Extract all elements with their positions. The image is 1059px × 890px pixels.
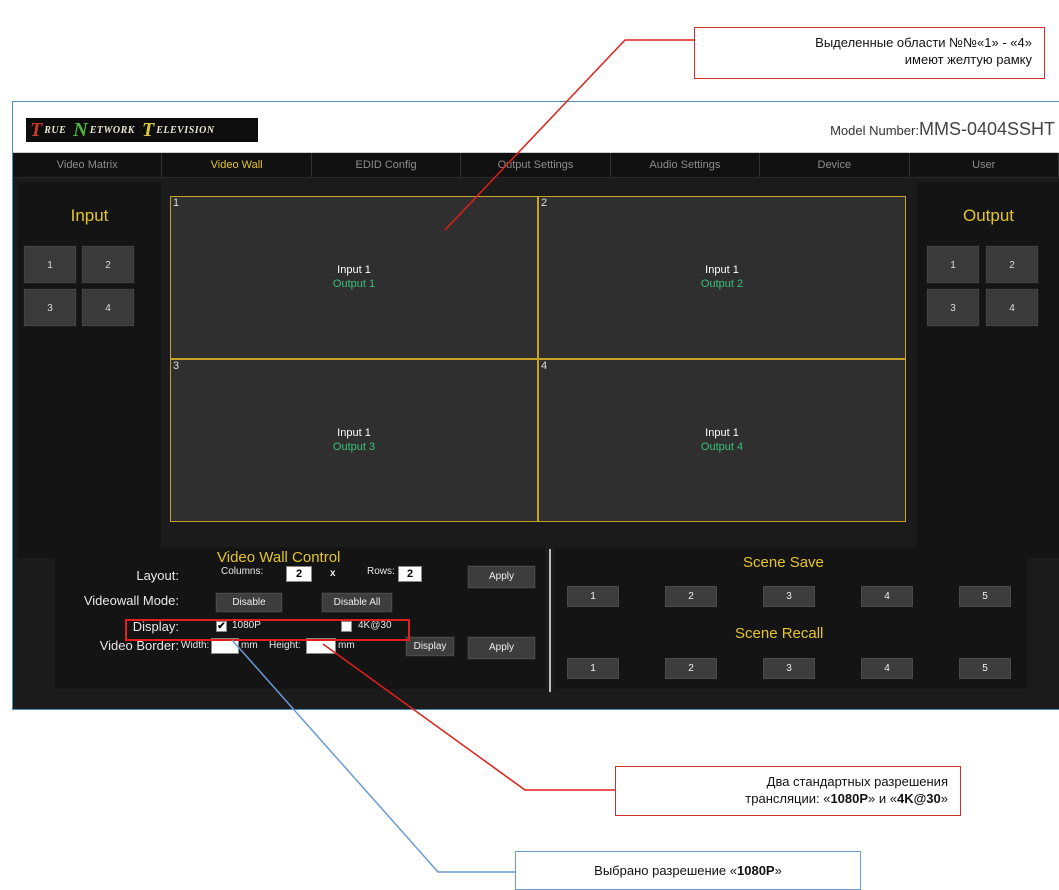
leader-line-selected [231,639,515,873]
callout-selected-resolution: Выбрано разрешение «1080P» [515,851,861,890]
leader-line-resolutions [322,643,615,791]
callout-resolutions-line1: Два стандартных разрешения [766,774,948,789]
callout-leader-lines [231,39,694,873]
leader-line-top [444,39,694,231]
callout-resolutions-line2: трансляции: «1080P» и «4K@30» [745,791,948,806]
callout-resolutions: Два стандартных разрешения трансляции: «… [615,766,961,816]
